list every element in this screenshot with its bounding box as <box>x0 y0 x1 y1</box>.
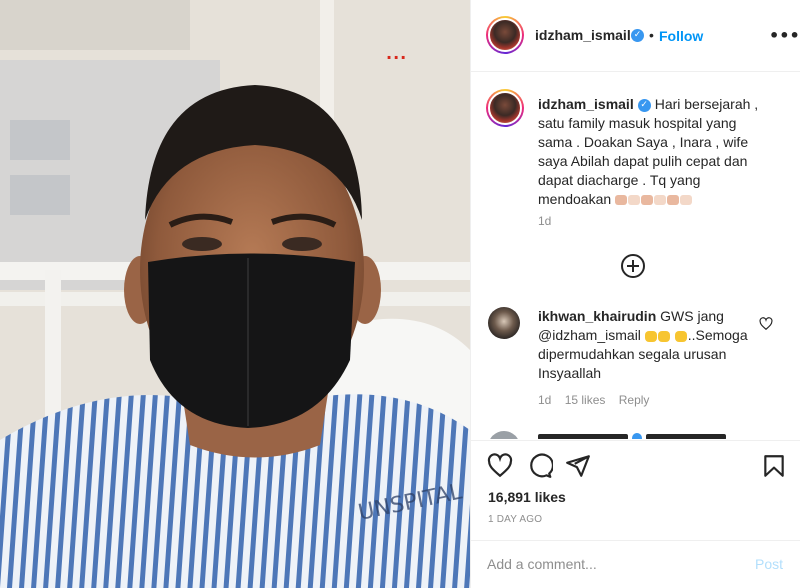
comment-icon[interactable] <box>527 453 553 479</box>
verified-badge-icon: ✓ <box>637 98 651 112</box>
bookmark-icon[interactable] <box>761 453 787 479</box>
skin-emoji-icon <box>680 194 693 205</box>
verified-badge-icon <box>632 433 642 439</box>
clap-emoji-icon <box>644 330 657 342</box>
comment-username[interactable]: ikhwan_khairudin <box>538 308 656 324</box>
plus-circle-icon[interactable] <box>621 254 645 278</box>
partial-username-text <box>538 434 628 439</box>
caption-text-block: idzham_ismail ✓ Hari bersejarah , satu fam… <box>538 95 768 210</box>
emoji-row <box>615 191 693 210</box>
comment-text-block: ikhwan_khairudin GWS jang @idzham_ismail… <box>538 307 748 383</box>
muscle-emoji-icon <box>667 194 680 205</box>
partial-comment-text <box>646 434 726 439</box>
muscle-emoji-icon <box>615 194 628 205</box>
more-options-icon[interactable]: ••• <box>769 26 800 45</box>
caption-avatar[interactable] <box>486 89 524 127</box>
post-timestamp[interactable]: 1 DAY AGO <box>488 514 542 525</box>
likes-count[interactable]: 16,891 likes <box>488 489 566 505</box>
comment-mention[interactable]: @idzham_ismail <box>538 327 641 343</box>
comment-time: 1d <box>538 393 552 407</box>
add-comment-bar: Post <box>471 540 800 588</box>
follow-button[interactable]: Follow <box>659 28 703 44</box>
author-avatar[interactable] <box>486 16 524 54</box>
author-username[interactable]: idzham_ismail <box>535 27 631 43</box>
commenter-avatar[interactable] <box>488 307 520 339</box>
action-bar: 16,891 likes 1 DAY AGO <box>471 440 800 540</box>
comment-meta: 1d 15 likes Reply <box>538 393 659 407</box>
post-side-panel: idzham_ismail ✓ • Follow ••• idzham_isma… <box>470 0 800 588</box>
post-photo[interactable]: UNSPITAL ... <box>0 0 470 588</box>
photo-illustration: UNSPITAL <box>0 0 470 588</box>
comment-input[interactable] <box>487 553 737 575</box>
partial-avatar <box>488 431 520 439</box>
comment-likes[interactable]: 15 likes <box>565 393 606 407</box>
clap-emoji-icon <box>674 330 687 342</box>
post-header: idzham_ismail ✓ • Follow ••• <box>471 0 800 72</box>
caption-username[interactable]: idzham_ismail <box>538 96 634 112</box>
post-comment-button[interactable]: Post <box>755 556 783 572</box>
partial-comment <box>488 431 788 439</box>
reply-button[interactable]: Reply <box>619 393 650 407</box>
skin-emoji-icon <box>628 194 641 205</box>
photo-overlay-dots: ... <box>386 44 408 63</box>
comments-list[interactable]: idzham_ismail ✓ Hari bersejarah , satu fam… <box>471 73 800 439</box>
clap-emoji-icon <box>657 330 670 342</box>
muscle-emoji-icon <box>641 194 654 205</box>
skin-emoji-icon <box>654 194 667 205</box>
verified-badge-icon: ✓ <box>631 29 644 42</box>
caption-time: 1d <box>538 214 552 228</box>
comment-like-heart-icon[interactable] <box>759 317 773 331</box>
separator-dot: • <box>649 27 654 43</box>
share-icon[interactable] <box>565 453 591 479</box>
comment-text-part1: GWS jang <box>660 308 724 324</box>
heart-icon[interactable] <box>487 453 513 479</box>
